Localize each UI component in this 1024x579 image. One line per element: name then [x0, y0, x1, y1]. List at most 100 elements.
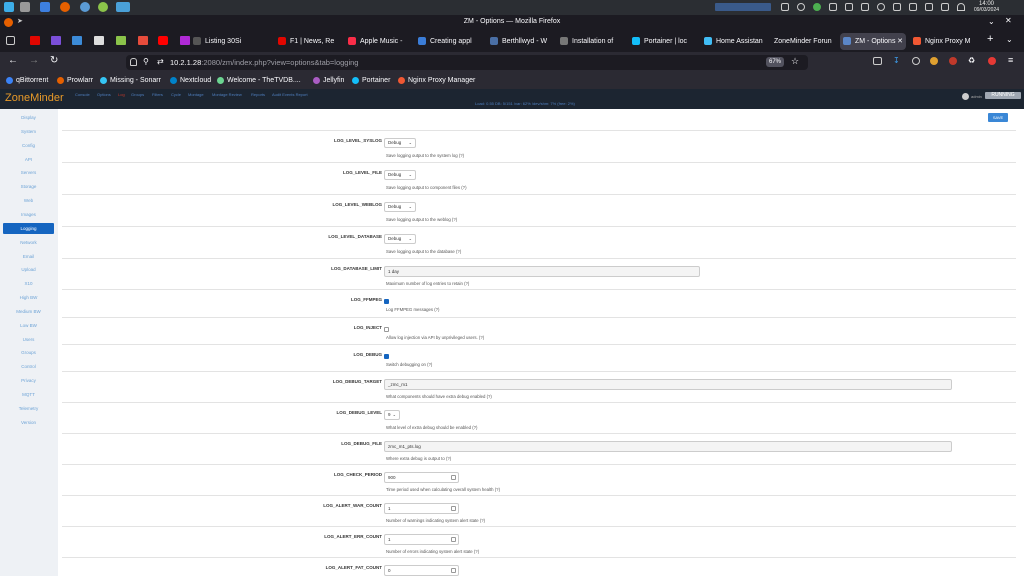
nav-options[interactable]: Options — [97, 92, 111, 97]
option-select[interactable]: Debug ⌄ — [384, 202, 416, 212]
option-text-input[interactable]: 1 day — [384, 266, 700, 277]
bookmark[interactable]: Welcome - TheTVDB.... — [217, 77, 301, 84]
tab-overview-icon[interactable] — [6, 36, 15, 45]
sidebar-item-users[interactable]: Users — [3, 334, 54, 345]
sidebar-item-servers[interactable]: Servers — [3, 167, 54, 178]
address-bar[interactable]: ⚲ ⇄ 10.2.1.28:2080/zm/index.php?view=opt… — [126, 55, 808, 70]
pinned-tab[interactable] — [116, 36, 126, 45]
spinner-icon[interactable] — [451, 568, 456, 573]
sidebar-item-groups[interactable]: Groups — [3, 347, 54, 358]
permissions-icon[interactable]: ⇄ — [157, 57, 164, 66]
lock-warning-icon[interactable]: ⚲ — [143, 57, 149, 66]
clock[interactable]: 14:00 09/03/2024 — [974, 1, 999, 13]
youtube-tab[interactable] — [158, 36, 168, 45]
tab[interactable]: F1 | News, Re — [275, 33, 345, 50]
pinned-tab[interactable] — [72, 36, 82, 45]
nav-log[interactable]: Log — [118, 92, 125, 97]
app-icon[interactable] — [20, 2, 30, 12]
tray-icon[interactable] — [813, 3, 821, 11]
nav-audit-events[interactable]: Audit Events Report — [272, 92, 308, 97]
option-number-input[interactable]: 1 — [384, 503, 459, 514]
account-icon[interactable] — [912, 57, 920, 65]
nav-groups[interactable]: Groups — [131, 92, 144, 97]
option-checkbox[interactable] — [384, 354, 389, 359]
tab[interactable]: Listing 30Si — [190, 33, 275, 50]
reload-icon[interactable]: ↻ — [50, 55, 58, 66]
tab[interactable]: Nginx Proxy M — [910, 33, 978, 50]
wifi-icon[interactable] — [957, 3, 965, 11]
ublock-icon[interactable] — [949, 57, 957, 65]
nav-reports[interactable]: Reports — [251, 92, 265, 97]
app-icon[interactable] — [98, 2, 108, 12]
tab[interactable]: Creating appl — [415, 33, 487, 50]
option-checkbox[interactable] — [384, 299, 389, 304]
extension-icon[interactable] — [930, 57, 938, 65]
tab[interactable]: ZoneMinder Forun — [761, 33, 839, 50]
spinner-icon[interactable] — [451, 537, 456, 542]
pinned-tab[interactable] — [94, 36, 104, 45]
tray-icon[interactable] — [797, 3, 805, 11]
bookmark[interactable]: Portainer — [352, 77, 390, 84]
shield-icon[interactable] — [130, 58, 137, 66]
download-icon[interactable]: ↧ — [893, 56, 900, 65]
nav-console[interactable]: Console — [75, 92, 90, 97]
bookmark[interactable]: Nginx Proxy Manager — [398, 77, 475, 84]
pinned-tab[interactable] — [180, 36, 190, 45]
running-state-button[interactable]: RUNNING — [985, 92, 1021, 99]
bookmark[interactable]: Prowlarr — [57, 77, 93, 84]
volume-icon[interactable] — [893, 3, 901, 11]
tray-icon[interactable] — [781, 3, 789, 11]
files-icon[interactable] — [40, 2, 50, 12]
option-checkbox[interactable] — [384, 327, 389, 332]
sidebar-item-mqtt[interactable]: MQTT — [3, 389, 54, 400]
bookmark[interactable]: Missing - Sonarr — [100, 77, 161, 84]
pinned-tab[interactable] — [51, 36, 61, 45]
nav-montage[interactable]: Montage — [188, 92, 204, 97]
option-number-input[interactable]: 900 — [384, 472, 459, 483]
menu-icon[interactable]: ≡ — [1008, 55, 1013, 65]
sidebar-item-low-bw[interactable]: Low BW — [3, 320, 54, 331]
sidebar-item-logging[interactable]: Logging — [3, 222, 54, 234]
zm-logo[interactable]: ZoneMinder — [5, 92, 64, 104]
bookmark-star-icon[interactable]: ☆ — [791, 56, 799, 67]
tray-icon[interactable] — [845, 3, 853, 11]
tab-list-icon[interactable]: ⌄ — [1006, 35, 1013, 44]
sidebar-item-version[interactable]: Version — [3, 417, 54, 428]
tray-icon[interactable] — [861, 3, 869, 11]
option-select[interactable]: Debug ⌄ — [384, 170, 416, 180]
tab[interactable]: Portainer | loc — [629, 33, 701, 50]
nav-montage-review[interactable]: Montage Review — [212, 92, 242, 97]
minimize-icon[interactable]: ⌄ — [988, 17, 995, 26]
sidebar-item-privacy[interactable]: Privacy — [3, 375, 54, 386]
sidebar-item-config[interactable]: Config — [3, 140, 54, 151]
sidebar-item-upload[interactable]: Upload — [3, 264, 54, 275]
close-tab-icon[interactable]: ✕ — [897, 33, 903, 50]
sidebar-item-high-bw[interactable]: High BW — [3, 292, 54, 303]
new-tab-icon[interactable]: + — [987, 33, 993, 45]
option-number-input[interactable]: 0 — [384, 565, 459, 576]
tray-icon[interactable] — [925, 3, 933, 11]
option-select[interactable]: Debug ⌄ — [384, 138, 416, 148]
tab[interactable]: Apple Music - — [345, 33, 415, 50]
sidebar-item-images[interactable]: Images — [3, 209, 54, 220]
tray-icon[interactable] — [877, 3, 885, 11]
forward-icon[interactable]: → — [29, 55, 39, 66]
option-text-input[interactable]: _zmc_m1 — [384, 379, 952, 390]
spinner-icon[interactable] — [451, 475, 456, 480]
sidebar-item-storage[interactable]: Storage — [3, 181, 54, 192]
sidebar-item-email[interactable]: Email — [3, 251, 54, 262]
sidebar-item-medium-bw[interactable]: Medium BW — [3, 306, 54, 317]
option-text-input[interactable]: zmc_m1_pts.log — [384, 441, 952, 452]
option-number-input[interactable]: 1 — [384, 534, 459, 545]
bookmark[interactable]: Nextcloud — [170, 77, 211, 84]
tray-icon[interactable] — [909, 3, 917, 11]
app-icon[interactable] — [116, 2, 130, 12]
user-name[interactable]: admin — [971, 94, 982, 99]
save-button[interactable]: SAVE — [988, 113, 1008, 122]
bookmark[interactable]: Jellyfin — [313, 77, 344, 84]
extensions-icon[interactable]: ♻ — [968, 56, 975, 65]
sidebar-item-control[interactable]: Control — [3, 361, 54, 372]
zoom-indicator[interactable]: 67% — [766, 57, 784, 67]
pocket-icon[interactable] — [873, 57, 882, 65]
sidebar-item-x10[interactable]: X10 — [3, 278, 54, 289]
